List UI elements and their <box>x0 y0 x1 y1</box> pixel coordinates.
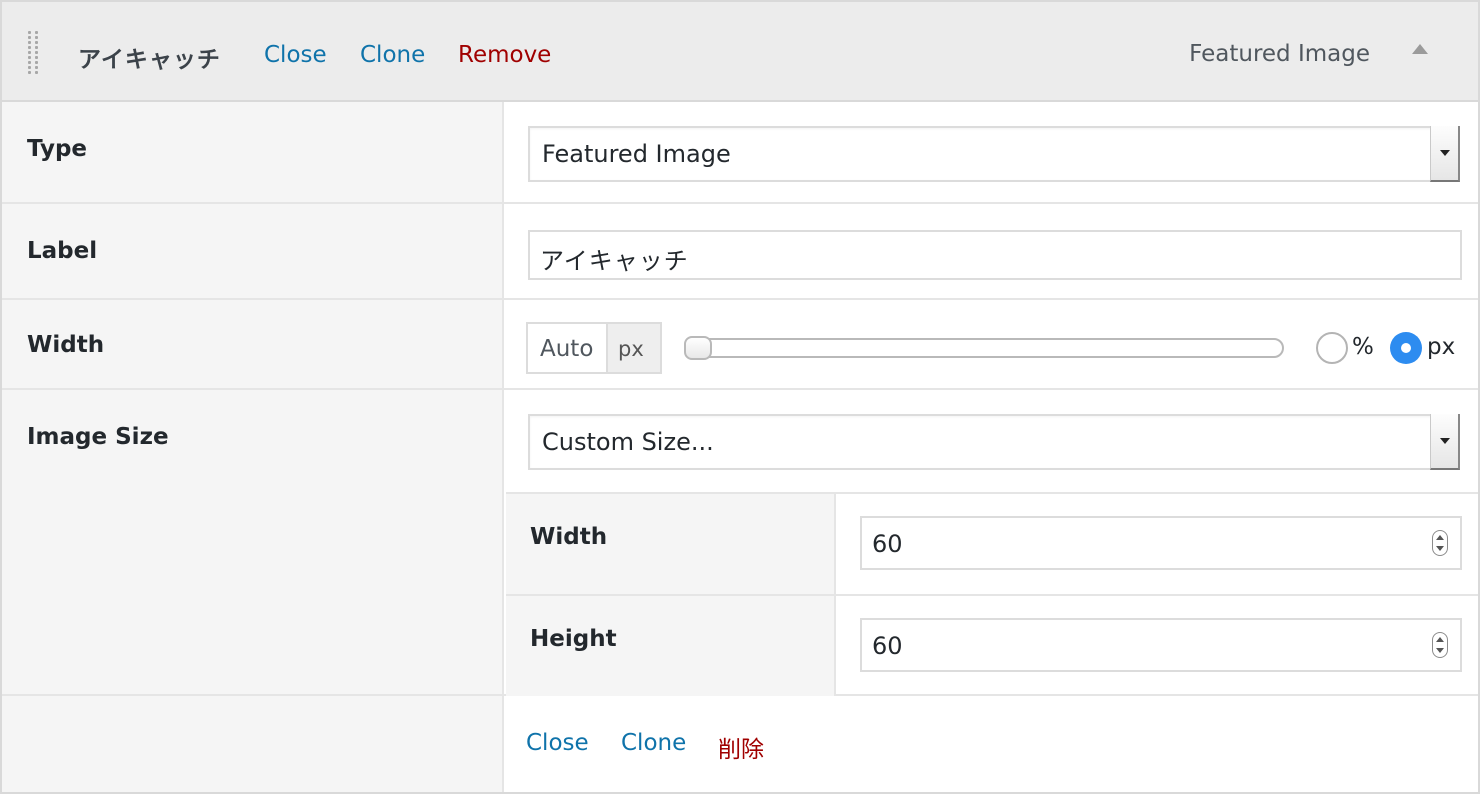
unit-percent-label: % <box>1352 334 1374 360</box>
width-unit-addon: px <box>608 322 662 374</box>
image-size-select-arrow-icon[interactable] <box>1430 414 1460 470</box>
unit-px-radio[interactable] <box>1390 332 1422 364</box>
row-width: Width Auto px % px <box>2 300 1478 390</box>
custom-height-stepper-icon[interactable] <box>1432 632 1448 658</box>
custom-height-label-cell: Height <box>506 596 836 696</box>
header-clone-link[interactable]: Clone <box>360 42 425 68</box>
row-image-size: Image Size Custom Size... Width 60 Heigh… <box>2 390 1478 696</box>
width-slider-handle[interactable] <box>684 336 712 360</box>
label-label: Label <box>27 238 98 264</box>
row-type: Type Featured Image <box>2 102 1478 204</box>
custom-width-label: Width <box>530 524 608 550</box>
footer-label-cell <box>2 696 504 792</box>
footer-delete-link[interactable]: 削除 <box>718 730 764 764</box>
field-title: アイキャッチ <box>78 47 221 73</box>
row-type-label-cell: Type <box>2 102 504 202</box>
footer-clone-link[interactable]: Clone <box>621 730 686 756</box>
field-header[interactable]: アイキャッチ Close Clone Remove Featured Image <box>2 2 1478 102</box>
width-value-box: Auto px <box>526 322 662 374</box>
drag-handle-icon[interactable] <box>26 30 40 76</box>
row-footer-actions: Close Clone 削除 <box>2 696 1478 792</box>
custom-height-value: 60 <box>872 632 903 660</box>
custom-width-label-cell: Width <box>506 494 836 594</box>
field-type-name: Featured Image <box>1189 41 1370 67</box>
unit-percent-radio[interactable] <box>1316 332 1348 364</box>
image-size-select-value: Custom Size... <box>542 428 714 456</box>
header-close-link[interactable]: Close <box>264 42 327 68</box>
type-select[interactable]: Featured Image <box>528 126 1460 182</box>
row-label-label-cell: Label <box>2 204 504 298</box>
unit-px-label: px <box>1427 334 1456 360</box>
width-auto-input[interactable]: Auto <box>526 322 608 374</box>
type-label: Type <box>27 136 88 162</box>
custom-width-input[interactable]: 60 <box>860 516 1462 570</box>
type-select-arrow-icon[interactable] <box>1430 126 1460 182</box>
label-input[interactable]: アイキャッチ <box>528 230 1462 280</box>
field-panel: アイキャッチ Close Clone Remove Featured Image… <box>0 0 1480 794</box>
label-input-value: アイキャッチ <box>540 247 689 275</box>
footer-close-link[interactable]: Close <box>526 730 589 756</box>
width-label: Width <box>27 332 105 358</box>
row-label: Label アイキャッチ <box>2 204 1478 300</box>
image-size-label: Image Size <box>27 424 169 450</box>
width-slider-track[interactable] <box>684 338 1284 358</box>
image-size-select[interactable]: Custom Size... <box>528 414 1460 470</box>
type-select-value: Featured Image <box>542 140 731 168</box>
custom-height-input[interactable]: 60 <box>860 618 1462 672</box>
custom-width-row: Width 60 <box>506 492 1478 594</box>
collapse-triangle-icon[interactable] <box>1412 44 1428 54</box>
header-remove-link[interactable]: Remove <box>458 42 551 68</box>
row-image-size-label-cell: Image Size <box>2 390 504 694</box>
custom-height-row: Height 60 <box>506 594 1478 696</box>
custom-width-value: 60 <box>872 530 903 558</box>
custom-width-stepper-icon[interactable] <box>1432 530 1448 556</box>
custom-height-label: Height <box>530 626 617 652</box>
row-width-label-cell: Width <box>2 300 504 388</box>
